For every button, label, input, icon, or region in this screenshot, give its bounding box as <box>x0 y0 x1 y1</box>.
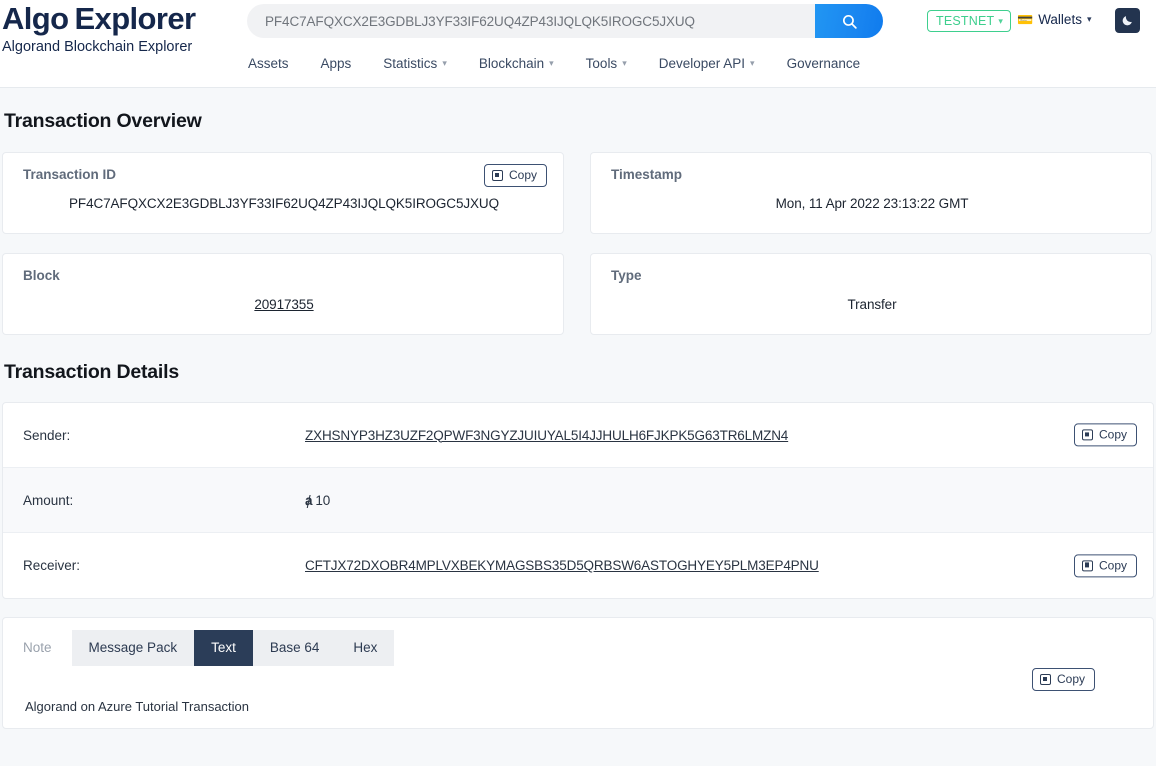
nav-item-tools[interactable]: Tools ▾ <box>586 52 645 75</box>
site-logo: Algo Explorer <box>2 1 196 36</box>
nav-item-apps[interactable]: Apps <box>321 52 370 75</box>
sender-address-link[interactable]: ZXHSNYP3HZ3UZF2QPWF3NGYZJUIUYAL5I4JJHULH… <box>305 428 788 443</box>
table-row-amount: Amount: ⱥ 10 <box>3 468 1153 533</box>
nav-label: Tools <box>585 56 618 71</box>
logo-algo-text: Algo <box>2 1 69 36</box>
copy-label: Copy <box>508 168 537 182</box>
tab-message-pack[interactable]: Message Pack <box>71 630 195 666</box>
transaction-id-card: Transaction ID Copy PF4C7AFQXCX2E3GDBLJ3… <box>2 152 564 234</box>
overview-title: Transaction Overview <box>4 110 202 132</box>
copy-transaction-id-button[interactable]: Copy <box>483 164 547 188</box>
search-bar <box>247 4 883 38</box>
brand-block[interactable]: Algo Explorer Algorand Blockchain Explore… <box>2 1 196 56</box>
copy-sender-button[interactable]: Copy <box>1073 423 1137 447</box>
site-header: Algo Explorer Algorand Blockchain Explore… <box>0 0 1156 88</box>
network-label: TESTNET <box>936 14 995 28</box>
details-title: Transaction Details <box>4 361 180 383</box>
note-content: Algorand on Azure Tutorial Transaction <box>25 699 250 714</box>
moon-icon <box>1122 16 1132 26</box>
type-value: Transfer <box>847 297 897 312</box>
wallet-icon: 💳 <box>1017 12 1034 27</box>
transaction-id-value: PF4C7AFQXCX2E3GDBLJ3YF33IF62UQ4ZP43IJQLQ… <box>69 196 499 211</box>
dark-mode-toggle[interactable] <box>1115 8 1140 33</box>
nav-item-developer-api[interactable]: Developer API ▾ <box>659 52 773 75</box>
sender-label: Sender: <box>23 427 71 443</box>
card-label: Transaction ID <box>23 167 117 182</box>
tab-hex[interactable]: Hex <box>336 630 395 666</box>
table-row-sender: Sender: ZXHSNYP3HZ3UZF2QPWF3NGYZJUIUYAL5… <box>3 403 1153 468</box>
chevron-down-icon: ▾ <box>549 58 554 68</box>
tab-base-64[interactable]: Base 64 <box>252 630 337 666</box>
nav-item-statistics[interactable]: Statistics ▾ <box>383 52 465 75</box>
network-selector[interactable]: TESTNET ▾ <box>927 10 1012 32</box>
chevron-down-icon: ▾ <box>1086 14 1092 24</box>
nav-label: Developer API <box>658 56 746 71</box>
note-label: Note <box>23 640 52 656</box>
card-label: Timestamp <box>611 167 683 182</box>
copy-label: Copy <box>1056 672 1085 686</box>
clipboard-icon <box>1081 560 1093 571</box>
transaction-details-table: Sender: ZXHSNYP3HZ3UZF2QPWF3NGYZJUIUYAL5… <box>2 402 1154 599</box>
nav-item-governance[interactable]: Governance <box>787 52 879 75</box>
note-panel: Note Message Pack Text Base 64 Hex Copy … <box>2 617 1154 729</box>
wallets-menu[interactable]: 💳 Wallets ▾ <box>1017 12 1091 27</box>
type-card: Type Transfer <box>590 253 1152 335</box>
chevron-down-icon: ▾ <box>442 58 447 68</box>
amount-value-group: ⱥ 10 <box>305 493 330 508</box>
overview-cards-row-1: Transaction ID Copy PF4C7AFQXCX2E3GDBLJ3… <box>2 152 1152 234</box>
nav-label: Apps <box>320 56 352 71</box>
page-content: Transaction Overview Transaction ID Copy… <box>0 110 1156 729</box>
block-number-link[interactable]: 20917355 <box>23 297 545 312</box>
logo-explorer-text: Explorer <box>74 1 196 36</box>
block-card: Block 20917355 <box>2 253 564 335</box>
clipboard-icon <box>1039 674 1051 686</box>
nav-label: Governance <box>786 56 861 71</box>
clipboard-icon <box>491 170 503 182</box>
timestamp-card: Timestamp Mon, 11 Apr 2022 23:13:22 GMT <box>590 152 1152 234</box>
timestamp-value: Mon, 11 Apr 2022 23:13:22 GMT <box>775 196 969 211</box>
receiver-label: Receiver: <box>23 558 81 573</box>
chevron-down-icon: ▾ <box>998 15 1004 26</box>
site-tagline: Algorand Blockchain Explorer <box>2 39 193 55</box>
amount-label: Amount: <box>23 492 74 508</box>
table-row-receiver: Receiver: CFTJX72DXOBR4MPLVXBEKYMAGSBS35… <box>3 533 1153 598</box>
nav-item-assets[interactable]: Assets <box>248 52 307 75</box>
overview-cards-row-2: Block 20917355 Type Transfer <box>2 253 1152 335</box>
nav-item-blockchain[interactable]: Blockchain ▾ <box>479 52 572 75</box>
main-navigation: Assets Apps Statistics ▾ Blockchain ▾ To… <box>248 52 878 75</box>
card-label: Type <box>611 268 642 283</box>
copy-label: Copy <box>1098 557 1127 572</box>
search-button[interactable] <box>815 4 883 38</box>
clipboard-icon <box>1081 429 1093 441</box>
search-icon <box>842 14 857 29</box>
wallets-label: Wallets <box>1038 12 1082 27</box>
chevron-down-icon: ▾ <box>622 58 627 68</box>
chevron-down-icon: ▾ <box>750 58 755 68</box>
tab-text[interactable]: Text <box>194 630 253 666</box>
search-input[interactable] <box>247 4 817 38</box>
copy-receiver-button[interactable]: Copy <box>1073 553 1137 578</box>
receiver-address-link[interactable]: CFTJX72DXOBR4MPLVXBEKYMAGSBS35D5QRBSW6AS… <box>305 558 819 573</box>
algo-symbol-icon: ⱥ <box>305 492 313 508</box>
nav-label: Assets <box>248 56 289 71</box>
nav-label: Blockchain <box>478 56 545 71</box>
amount-value: 10 <box>315 492 331 508</box>
nav-label: Statistics <box>383 56 438 71</box>
copy-label: Copy <box>1098 427 1127 442</box>
note-tab-group: Note Message Pack Text Base 64 Hex <box>23 630 1137 666</box>
card-label: Block <box>23 268 60 283</box>
copy-note-button[interactable]: Copy <box>1031 668 1095 692</box>
